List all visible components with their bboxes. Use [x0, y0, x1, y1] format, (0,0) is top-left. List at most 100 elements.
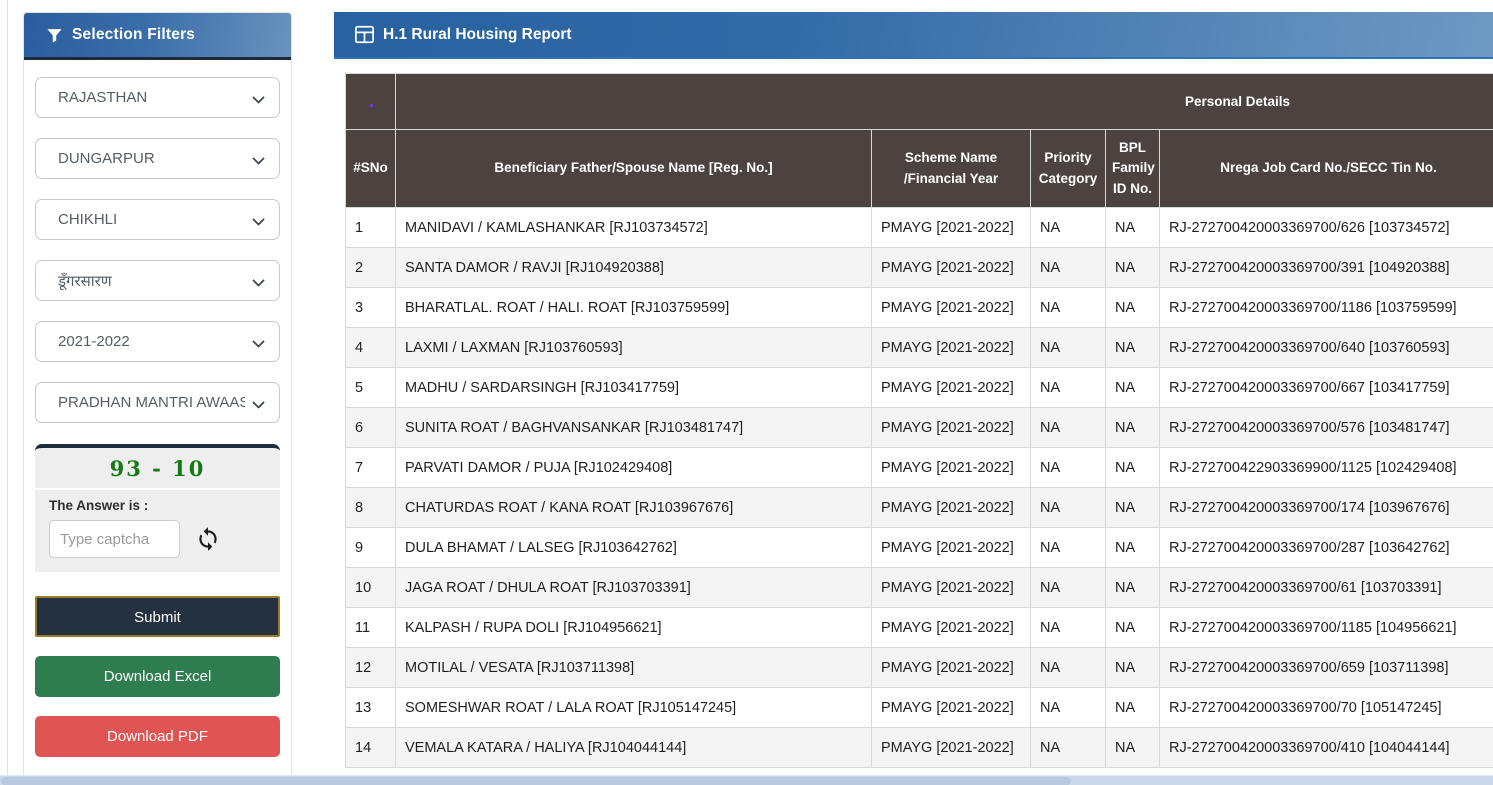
cell-scheme: PMAYG [2021-2022] [872, 728, 1031, 768]
refresh-captcha-button[interactable] [194, 525, 222, 553]
page-left-border [7, 0, 8, 785]
table-row: 14 VEMALA KATARA / HALIYA [RJ104044144] … [346, 728, 1493, 768]
cell-sno: 13 [346, 688, 396, 728]
table-row: 4 LAXMI / LAXMAN [RJ103760593] PMAYG [20… [346, 328, 1493, 368]
cell-beneficiary: MOTILAL / VESATA [RJ103711398] [396, 648, 872, 688]
cell-nrega: RJ-272700420003369700/576 [103481747] [1160, 408, 1493, 448]
table-row: 9 DULA BHAMAT / LALSEG [RJ103642762] PMA… [346, 528, 1493, 568]
table-row: 7 PARVATI DAMOR / PUJA [RJ102429408] PMA… [346, 448, 1493, 488]
district-select[interactable]: DUNGARPUR [35, 138, 280, 179]
cell-priority: NA [1031, 408, 1106, 448]
cell-priority: NA [1031, 368, 1106, 408]
cell-nrega: RJ-272700420003369700/1186 [103759599] [1160, 288, 1493, 328]
column-header-scheme: Scheme Name /Financial Year [872, 130, 1031, 208]
captcha-box: 93 - 10 The Answer is : [35, 444, 280, 572]
cell-sno: 9 [346, 528, 396, 568]
table-row: 1 MANIDAVI / KAMLASHANKAR [RJ103734572] … [346, 208, 1493, 248]
cell-nrega: RJ-272700420003369700/70 [105147245] [1160, 688, 1493, 728]
cell-priority: NA [1031, 248, 1106, 288]
table-row: 11 KALPASH / RUPA DOLI [RJ104956621] PMA… [346, 608, 1493, 648]
cell-priority: NA [1031, 688, 1106, 728]
cell-scheme: PMAYG [2021-2022] [872, 208, 1031, 248]
horizontal-scrollbar-thumb[interactable] [1, 777, 1071, 785]
cell-beneficiary: MADHU / SARDARSINGH [RJ103417759] [396, 368, 872, 408]
cell-beneficiary: CHATURDAS ROAT / KANA ROAT [RJ103967676] [396, 488, 872, 528]
horizontal-scrollbar[interactable] [0, 775, 1493, 785]
filter-dropdowns: RAJASTHAN DUNGARPUR CHIKHLI डूँगरसारण 20… [24, 60, 291, 423]
table-row: 6 SUNITA ROAT / BAGHVANSANKAR [RJ1034817… [346, 408, 1493, 448]
column-header-priority: Priority Category [1031, 130, 1106, 208]
selection-filters-header: Selection Filters [24, 13, 291, 60]
filter-icon [46, 27, 63, 44]
submit-button[interactable]: Submit [35, 596, 280, 637]
chevron-down-icon [252, 152, 265, 165]
captcha-input[interactable] [49, 520, 180, 558]
cell-bpl: NA [1106, 248, 1160, 288]
cell-nrega: RJ-272700420003369700/391 [104920388] [1160, 248, 1493, 288]
cell-scheme: PMAYG [2021-2022] [872, 568, 1031, 608]
cell-scheme: PMAYG [2021-2022] [872, 448, 1031, 488]
chevron-down-icon [252, 91, 265, 104]
cell-beneficiary: DULA BHAMAT / LALSEG [RJ103642762] [396, 528, 872, 568]
table-row: 3 BHARATLAL. ROAT / HALI. ROAT [RJ103759… [346, 288, 1493, 328]
cell-scheme: PMAYG [2021-2022] [872, 288, 1031, 328]
chevron-down-icon [252, 396, 265, 409]
cell-bpl: NA [1106, 368, 1160, 408]
cell-scheme: PMAYG [2021-2022] [872, 488, 1031, 528]
cell-priority: NA [1031, 288, 1106, 328]
group-header-personal-details: Personal Details [396, 74, 1493, 130]
refresh-icon [195, 526, 221, 552]
cell-sno: 1 [346, 208, 396, 248]
cell-bpl: NA [1106, 688, 1160, 728]
cell-nrega: RJ-272700420003369700/667 [103417759] [1160, 368, 1493, 408]
chevron-down-icon [252, 274, 265, 287]
table-row: 8 CHATURDAS ROAT / KANA ROAT [RJ10396767… [346, 488, 1493, 528]
cell-bpl: NA [1106, 568, 1160, 608]
report-header: H.1 Rural Housing Report [334, 12, 1493, 59]
block-select[interactable]: CHIKHLI [35, 199, 280, 240]
table-row: 2 SANTA DAMOR / RAVJI [RJ104920388] PMAY… [346, 248, 1493, 288]
cell-bpl: NA [1106, 408, 1160, 448]
cell-priority: NA [1031, 328, 1106, 368]
cell-priority: NA [1031, 568, 1106, 608]
cell-beneficiary: KALPASH / RUPA DOLI [RJ104956621] [396, 608, 872, 648]
cell-nrega: RJ-272700420003369700/1185 [104956621] [1160, 608, 1493, 648]
cell-bpl: NA [1106, 728, 1160, 768]
captcha-question: 93 - 10 [35, 448, 280, 490]
column-header-nrega: Nrega Job Card No./SECC Tin No. [1160, 130, 1493, 208]
captcha-answer-label: The Answer is : [49, 498, 266, 513]
group-header-empty-cell [346, 74, 396, 130]
cell-sno: 8 [346, 488, 396, 528]
state-select[interactable]: RAJASTHAN [35, 77, 280, 118]
cell-beneficiary: VEMALA KATARA / HALIYA [RJ104044144] [396, 728, 872, 768]
cell-priority: NA [1031, 648, 1106, 688]
chevron-down-icon [252, 335, 265, 348]
cell-scheme: PMAYG [2021-2022] [872, 368, 1031, 408]
cell-scheme: PMAYG [2021-2022] [872, 248, 1031, 288]
village-select[interactable]: डूँगरसारण [35, 260, 280, 301]
cell-nrega: RJ-272700422903369900/1125 [102429408] [1160, 448, 1493, 488]
cell-scheme: PMAYG [2021-2022] [872, 528, 1031, 568]
table-row: 12 MOTILAL / VESATA [RJ103711398] PMAYG … [346, 648, 1493, 688]
cell-sno: 4 [346, 328, 396, 368]
selection-filters-panel: Selection Filters RAJASTHAN DUNGARPUR CH… [23, 12, 292, 785]
cell-sno: 14 [346, 728, 396, 768]
cell-scheme: PMAYG [2021-2022] [872, 608, 1031, 648]
cell-nrega: RJ-272700420003369700/659 [103711398] [1160, 648, 1493, 688]
table-body: 1 MANIDAVI / KAMLASHANKAR [RJ103734572] … [346, 208, 1493, 768]
report-table: Personal Details #SNo Beneficiary Father… [345, 73, 1493, 768]
cell-nrega: RJ-272700420003369700/640 [103760593] [1160, 328, 1493, 368]
download-excel-button[interactable]: Download Excel [35, 656, 280, 697]
table-row: 5 MADHU / SARDARSINGH [RJ103417759] PMAY… [346, 368, 1493, 408]
cell-sno: 12 [346, 648, 396, 688]
cell-bpl: NA [1106, 648, 1160, 688]
table-column-header-row: #SNo Beneficiary Father/Spouse Name [Reg… [346, 130, 1493, 208]
column-header-bpl: BPL Family ID No. [1106, 130, 1160, 208]
year-select[interactable]: 2021-2022 [35, 321, 280, 362]
cell-scheme: PMAYG [2021-2022] [872, 688, 1031, 728]
cell-bpl: NA [1106, 288, 1160, 328]
cell-beneficiary: LAXMI / LAXMAN [RJ103760593] [396, 328, 872, 368]
cell-bpl: NA [1106, 528, 1160, 568]
scheme-select[interactable]: PRADHAN MANTRI AWAAS [35, 382, 280, 423]
download-pdf-button[interactable]: Download PDF [35, 716, 280, 757]
